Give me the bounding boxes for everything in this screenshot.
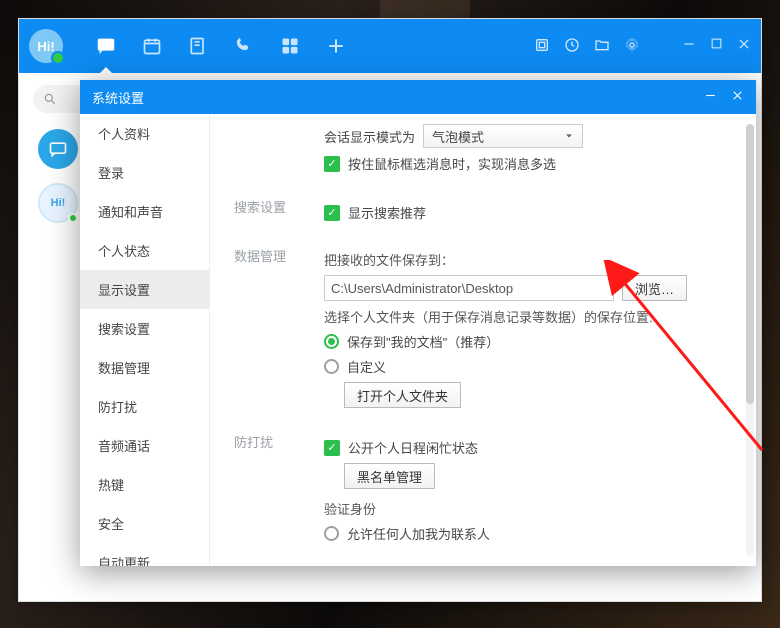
sidebar-item-5[interactable]: 搜索设置 (80, 309, 209, 348)
session-mode-value: 气泡模式 (432, 127, 484, 146)
titlebar: Hi! (19, 19, 761, 73)
identity-allow-radio[interactable] (324, 526, 339, 541)
blacklist-label: 黑名单管理 (357, 467, 422, 486)
nav-call-icon[interactable] (233, 35, 255, 57)
search-icon (43, 92, 57, 106)
save-docs-radio[interactable] (324, 334, 339, 349)
sidebar-item-8[interactable]: 音频通话 (80, 426, 209, 465)
personal-folder-label: 选择个人文件夹（用于保存消息记录等数据）的保存位置: (324, 307, 732, 326)
sidebar-item-1[interactable]: 登录 (80, 153, 209, 192)
sidebar-item-2[interactable]: 通知和声音 (80, 192, 209, 231)
dialog-close-icon[interactable] (731, 89, 744, 105)
dialog-titlebar: 系统设置 (80, 80, 756, 114)
toolbar-folder-icon[interactable] (594, 37, 610, 56)
dnd-section-label: 防打扰 (234, 432, 324, 451)
sidebar-item-7[interactable]: 防打扰 (80, 387, 209, 426)
sidebar-item-3[interactable]: 个人状态 (80, 231, 209, 270)
sidebar-item-11[interactable]: 自动更新 (80, 543, 209, 566)
save-path-label: 把接收的文件保存到： (324, 250, 732, 269)
data-section-label: 数据管理 (234, 246, 324, 265)
toolbar-pin-icon[interactable] (534, 37, 550, 56)
search-section-label: 搜索设置 (234, 197, 324, 216)
dialog-sidebar: 个人资料登录通知和声音个人状态显示设置搜索设置数据管理防打扰音频通话热键安全自动… (80, 114, 210, 566)
blacklist-button[interactable]: 黑名单管理 (344, 463, 435, 489)
window-close-icon[interactable] (737, 37, 751, 56)
multi-select-label: 按住鼠标框选消息时，实现消息多选 (348, 154, 556, 173)
sidebar-item-4[interactable]: 显示设置 (80, 270, 209, 309)
search-recommend-checkbox[interactable]: ✓ (324, 205, 340, 221)
user-avatar[interactable]: Hi! (29, 29, 63, 63)
nav-apps-icon[interactable] (279, 35, 301, 57)
session-mode-select[interactable]: 气泡模式 (423, 124, 583, 148)
dialog-title: 系统设置 (92, 88, 144, 107)
identity-label: 验证身份 (324, 499, 732, 518)
nav-chat-icon[interactable] (95, 35, 117, 57)
conversation-avatar-2[interactable]: Hi! (38, 183, 78, 223)
window-maximize-icon[interactable] (710, 37, 723, 56)
nav-contacts-icon[interactable] (187, 35, 209, 57)
sidebar-item-10[interactable]: 安全 (80, 504, 209, 543)
open-folder-button[interactable]: 打开个人文件夹 (344, 382, 461, 408)
sidebar-item-6[interactable]: 数据管理 (80, 348, 209, 387)
scrollbar-track[interactable] (746, 124, 754, 556)
nav-calendar-icon[interactable] (141, 35, 163, 57)
save-path-value: C:\Users\Administrator\Desktop (331, 281, 513, 296)
save-custom-label: 自定义 (347, 357, 386, 376)
save-custom-radio[interactable] (324, 359, 339, 374)
dnd-public-checkbox[interactable]: ✓ (324, 440, 340, 456)
toolbar-settings-icon[interactable] (624, 37, 640, 56)
chevron-down-icon (564, 131, 574, 141)
sidebar-item-0[interactable]: 个人资料 (80, 114, 209, 153)
dialog-content: 会话显示模式为 气泡模式 ✓ 按住鼠标框选消息时，实现消息多选 搜索设置 (210, 114, 756, 566)
browse-button[interactable]: 浏览… (622, 275, 687, 301)
conversation-avatar-1[interactable] (38, 129, 78, 169)
browse-button-label: 浏览… (635, 279, 674, 298)
sidebar-item-9[interactable]: 热键 (80, 465, 209, 504)
search-recommend-label: 显示搜索推荐 (348, 203, 426, 222)
open-folder-label: 打开个人文件夹 (357, 386, 448, 405)
identity-allow-label: 允许任何人加我为联系人 (347, 524, 490, 543)
session-mode-label: 会话显示模式为 (324, 127, 415, 146)
avatar-label: Hi! (37, 39, 54, 54)
save-docs-label: 保存到"我的文档"（推荐） (347, 332, 499, 351)
toolbar-history-icon[interactable] (564, 37, 580, 56)
dnd-public-label: 公开个人日程闲忙状态 (348, 438, 478, 457)
save-path-field[interactable]: C:\Users\Administrator\Desktop (324, 275, 614, 301)
nav-add-icon[interactable] (325, 35, 347, 57)
settings-dialog: 系统设置 个人资料登录通知和声音个人状态显示设置搜索设置数据管理防打扰音频通话热… (80, 80, 756, 566)
scrollbar-thumb[interactable] (746, 124, 754, 404)
dialog-minimize-icon[interactable] (704, 89, 717, 105)
window-minimize-icon[interactable] (682, 37, 696, 56)
multi-select-checkbox[interactable]: ✓ (324, 156, 340, 172)
